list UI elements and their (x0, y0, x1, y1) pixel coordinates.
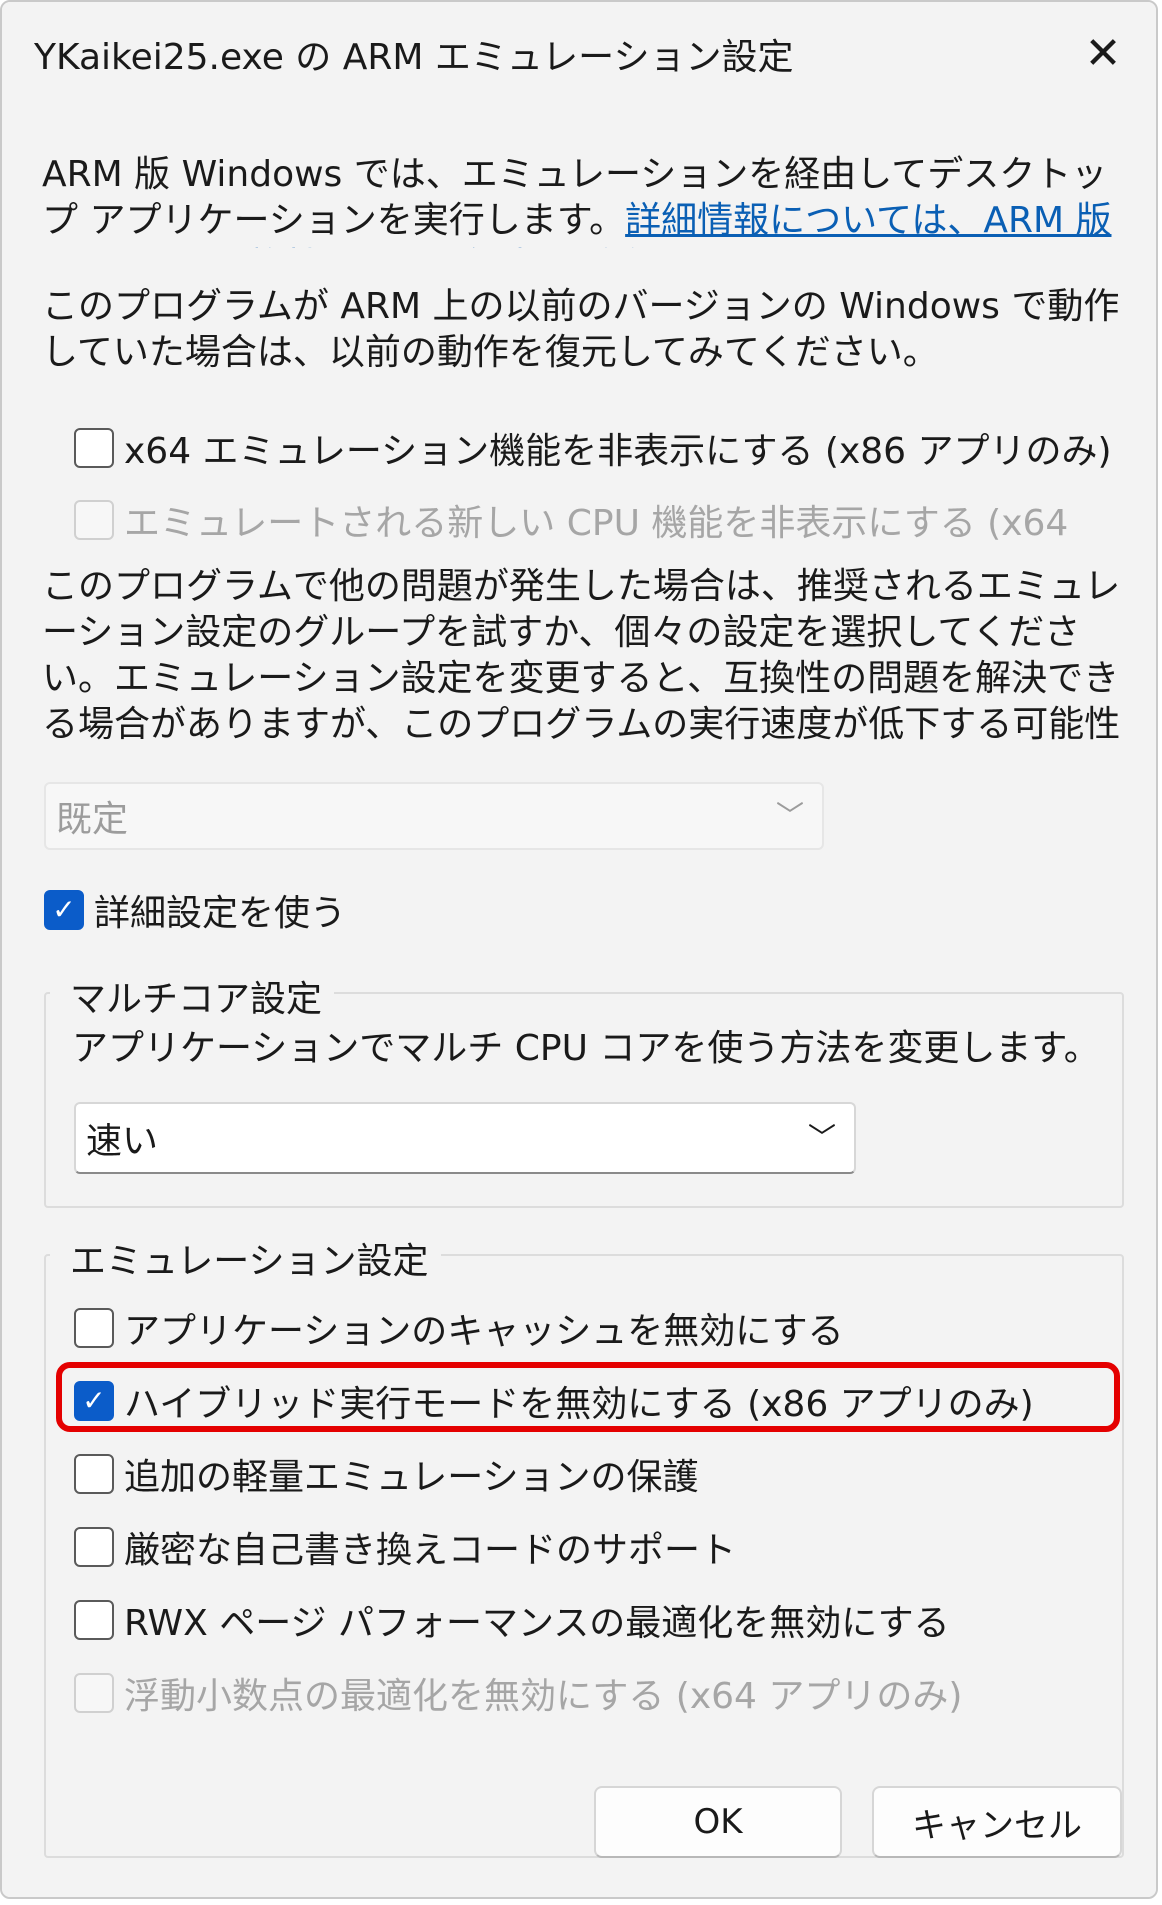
checkbox (74, 1673, 114, 1713)
checkbox[interactable] (74, 1454, 114, 1494)
checkbox[interactable] (74, 1527, 114, 1567)
chevron-down-icon: ﹀ (807, 1121, 836, 1154)
title-bar[interactable]: YKaikei25.exe の ARM エミュレーション設定 ✕ (2, 2, 1156, 106)
checkbox (74, 500, 114, 540)
multicore-legend: マルチコア設定 (50, 970, 335, 1022)
selected-value: 既定 (56, 799, 129, 840)
option-label: 厳密な自己書き換えコードのサポート (124, 1530, 737, 1571)
intro-paragraph: ARM 版 Windows では、エミュレーションを経由してデスクトップ アプリ… (42, 152, 1122, 248)
option-label: 浮動小数点の最適化を無効にする (x64 アプリのみ) (124, 1676, 963, 1717)
disable-float-optimization-option: 浮動小数点の最適化を無効にする (x64 アプリのみ) (74, 1665, 1074, 1721)
dialog-content: ARM 版 Windows では、エミュレーションを経由してデスクトップ アプリ… (2, 106, 1156, 1897)
selected-value: 速い (86, 1121, 159, 1162)
emulation-settings-dialog: YKaikei25.exe の ARM エミュレーション設定 ✕ ARM 版 W… (0, 0, 1158, 1899)
option-label: 追加の軽量エミュレーションの保護 (124, 1457, 699, 1498)
hide-x64-emulation-option[interactable]: x64 エミュレーション機能を非表示にする (x86 アプリのみ) (74, 420, 1134, 476)
close-icon: ✕ (1084, 27, 1122, 79)
checkbox[interactable] (74, 428, 114, 468)
emulation-preset-dropdown: 既定 ﹀ (44, 782, 824, 850)
option-label: 詳細設定を使う (94, 893, 347, 934)
checkbox[interactable] (74, 1600, 114, 1640)
window-title: YKaikei25.exe の ARM エミュレーション設定 (34, 37, 794, 78)
hide-new-cpu-features-option: エミュレートされる新しい CPU 機能を非表示にする (x64 アプリのみ) (74, 492, 1070, 548)
option-label: x64 エミュレーション機能を非表示にする (x86 アプリのみ) (124, 431, 1112, 472)
other-issues-paragraph: このプログラムで他の問題が発生した場合は、推奨されるエミュレーション設定のグルー… (42, 566, 1121, 745)
multicore-description: アプリケーションでマルチ CPU コアを使う方法を変更します。 (72, 1028, 1100, 1069)
multicore-settings-group (44, 992, 1124, 1208)
previous-version-paragraph: このプログラムが ARM 上の以前のバージョンの Windows で動作していた… (42, 286, 1120, 373)
option-label: ハイブリッド実行モードを無効にする (x86 アプリのみ) (124, 1384, 1034, 1425)
chevron-down-icon: ﹀ (775, 799, 804, 832)
use-advanced-settings-option[interactable]: ✓ 詳細設定を使う (44, 882, 644, 938)
checkbox[interactable] (74, 1308, 114, 1348)
cancel-button[interactable]: キャンセル (872, 1786, 1122, 1858)
disable-app-cache-option[interactable]: アプリケーションのキャッシュを無効にする (74, 1300, 1074, 1356)
disable-rwx-optimization-option[interactable]: RWX ページ パフォーマンスの最適化を無効にする (74, 1592, 1074, 1648)
multicore-dropdown[interactable]: 速い ﹀ (74, 1102, 856, 1174)
close-button[interactable]: ✕ (1066, 16, 1140, 90)
checkbox[interactable]: ✓ (44, 890, 84, 930)
check-icon: ✓ (82, 1384, 106, 1417)
check-icon: ✓ (52, 893, 76, 926)
option-label: アプリケーションのキャッシュを無効にする (124, 1311, 844, 1352)
disable-hybrid-mode-option[interactable]: ✓ ハイブリッド実行モードを無効にする (x86 アプリのみ) (74, 1373, 1074, 1429)
option-label: RWX ページ パフォーマンスの最適化を無効にする (124, 1603, 950, 1644)
option-label: エミュレートされる新しい CPU 機能を非表示にする (x64 アプリのみ) (124, 503, 1070, 544)
lightweight-protection-option[interactable]: 追加の軽量エミュレーションの保護 (74, 1446, 1074, 1502)
strict-self-modifying-code-option[interactable]: 厳密な自己書き換えコードのサポート (74, 1519, 1074, 1575)
ok-button[interactable]: OK (594, 1786, 842, 1858)
emulation-legend: エミュレーション設定 (50, 1232, 441, 1284)
checkbox[interactable]: ✓ (74, 1381, 114, 1421)
